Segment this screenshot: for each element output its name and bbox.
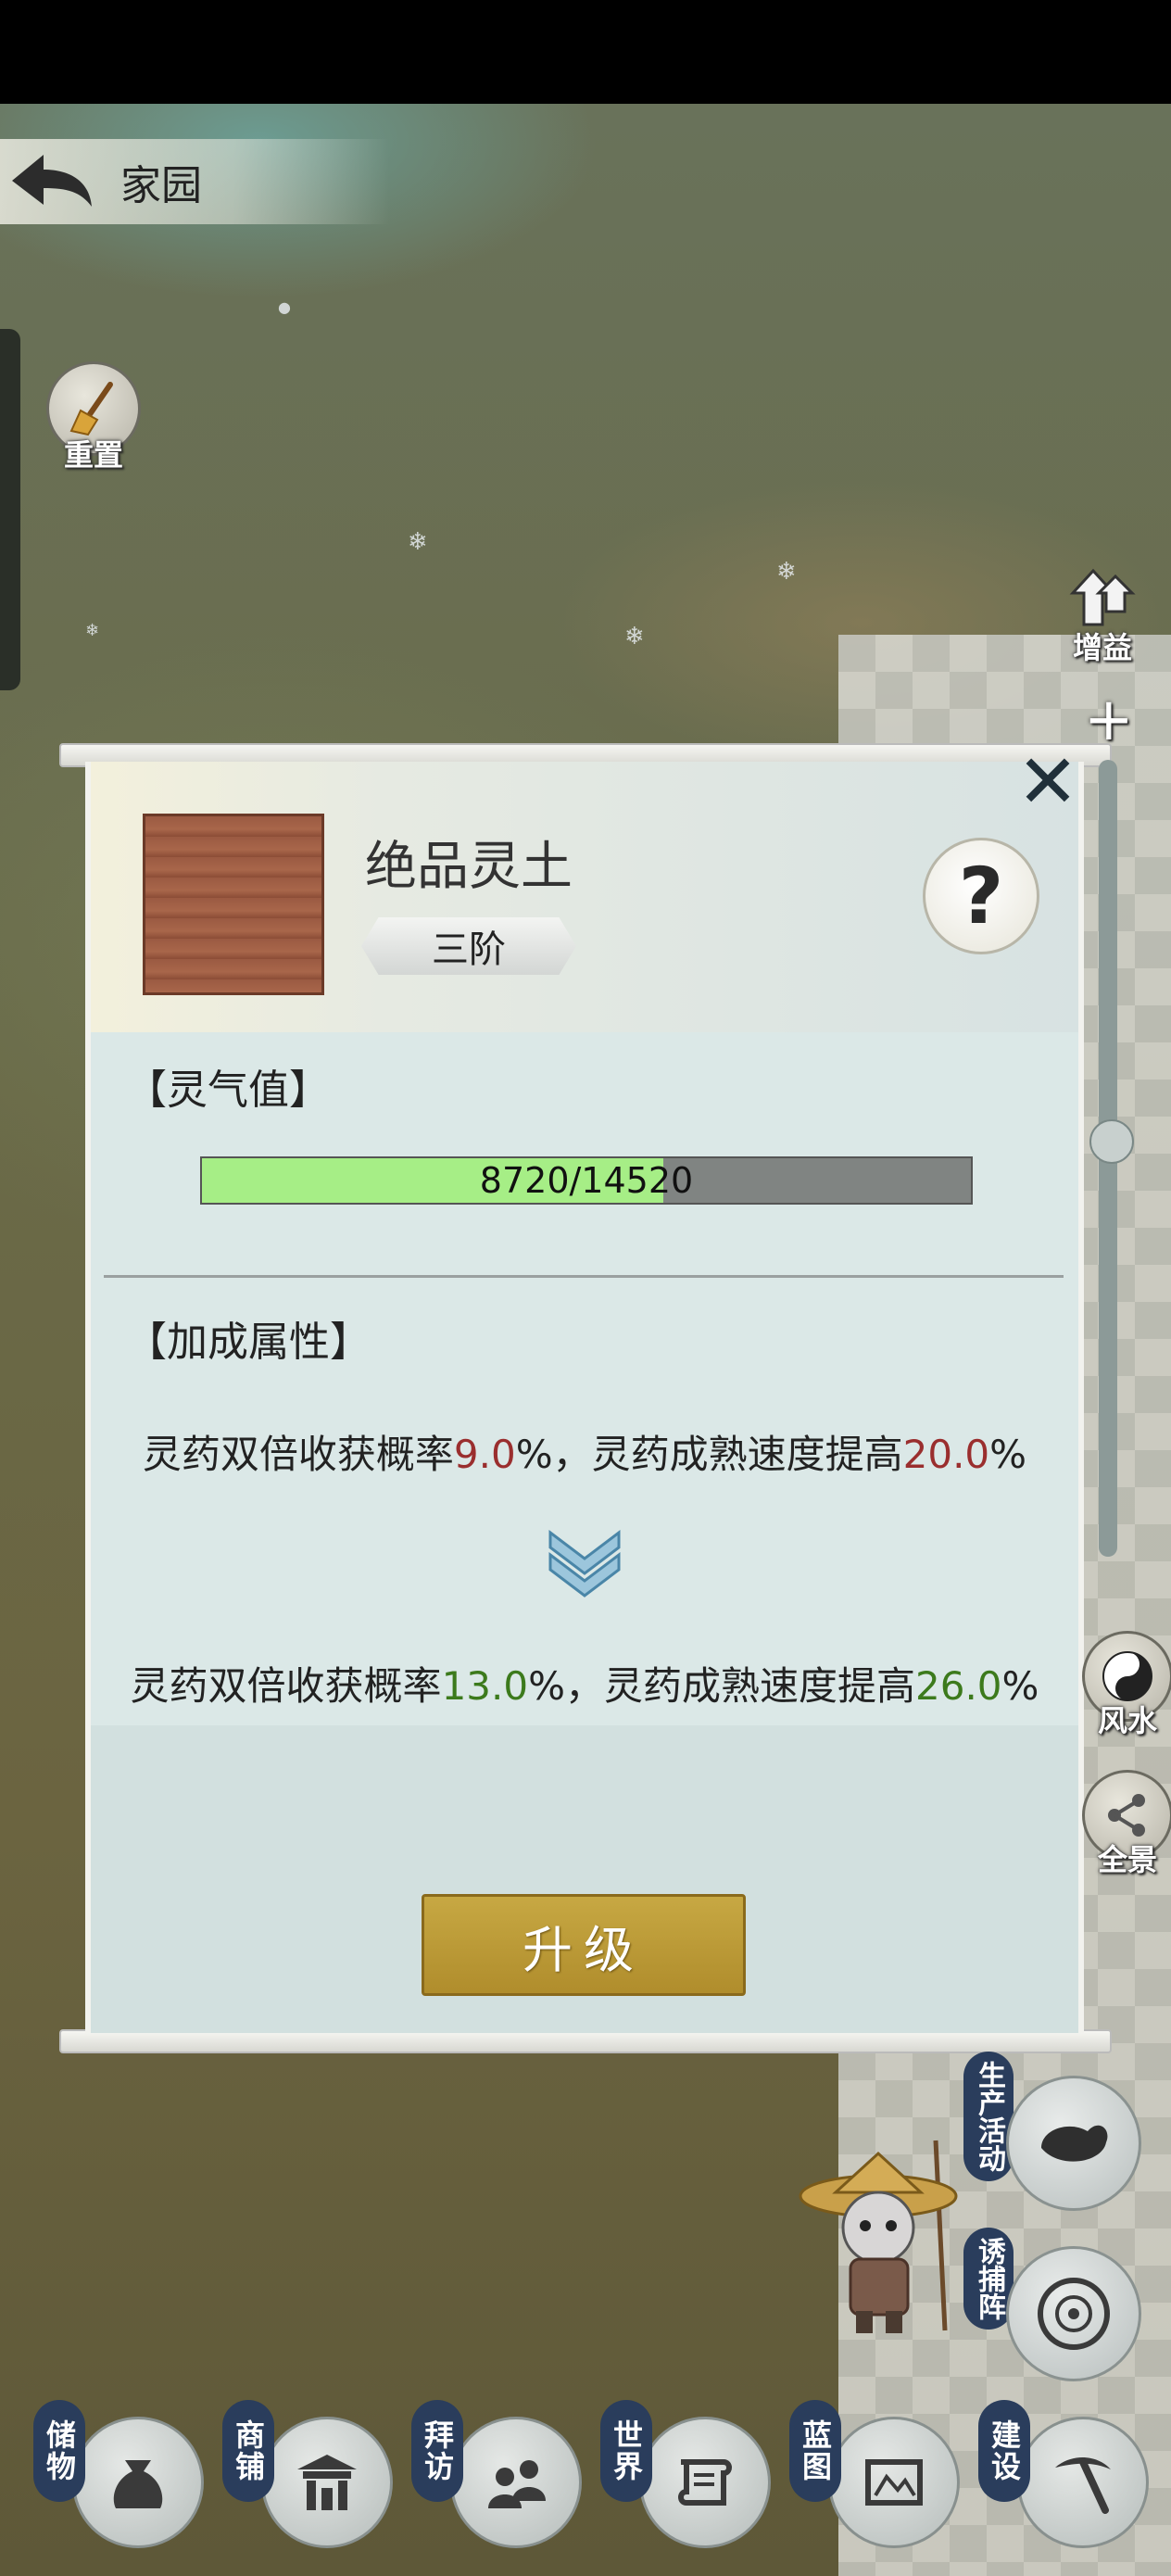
reset-button[interactable]: 重置 [46,361,141,474]
tier-label: 三阶 [432,928,506,971]
nav-visit[interactable]: 拜访 [411,2400,597,2557]
next-bonus-text: %，灵药成熟速度提高 [528,1663,915,1709]
nav-visit-label: 拜访 [420,2419,455,2482]
next-bonus-text: 灵药双倍收获概率 [130,1663,442,1709]
question-mark-icon: ? [958,851,1004,941]
broom-icon [69,382,113,436]
spirit-progress-text: 8720/14520 [479,1160,694,1201]
dialog-header: 绝品灵土 三阶 ? [91,762,1078,1032]
yin-yang-icon [1102,1651,1152,1701]
nav-shop-label: 商铺 [231,2419,266,2482]
production-activity-label: 生产活动 [973,2061,1005,2172]
snowflake-icon: ❄ [408,528,428,556]
panorama-button[interactable]: 全景 [1082,1770,1171,1879]
trap-label: 诱捕阵 [973,2237,1005,2320]
close-button[interactable]: ✕ [1014,739,1082,825]
nav-blueprint-label: 蓝图 [798,2419,833,2482]
nav-blueprint[interactable]: 蓝图 [789,2400,975,2557]
current-growth-speed-value: 20.0 [902,1432,990,1477]
back-arrow-icon [12,155,92,207]
nav-world-label: 世界 [609,2419,644,2482]
snowflake-icon: ● [278,298,291,316]
share-icon [1108,1794,1145,1837]
panorama-label: 全景 [1097,1842,1157,1877]
current-bonus-text: 灵药双倍收获概率 [142,1432,454,1477]
production-activity-button[interactable] [1006,2076,1141,2211]
upgrade-label: 升级 [523,1920,645,1979]
soil-upgrade-dialog: 绝品灵土 三阶 ? 【灵气值】 8720/14520 【加成属性】 灵药双倍收获… [85,762,1084,2033]
snowflake-icon: ❄ [624,623,645,650]
trap-button[interactable] [1006,2246,1141,2381]
top-bar: 家园 [0,139,389,224]
buff-button[interactable]: 增益 [1065,565,1140,667]
fengshui-button[interactable]: 风水 [1082,1631,1171,1740]
cat-character[interactable] [799,2122,965,2335]
pickaxe-icon [1055,2456,1111,2514]
bonus-section-title: 【加成属性】 [126,1319,371,1366]
bag-icon [113,2460,163,2508]
next-bonus-text: % [1001,1663,1039,1709]
reset-label: 重置 [63,437,123,473]
nav-build[interactable]: 建设 [978,2400,1164,2557]
compass-icon [1038,2278,1110,2350]
next-bonus-line: 灵药双倍收获概率13.0%，灵药成熟速度提高26.0% [91,1655,1078,1711]
production-icon [1041,2125,1108,2162]
current-double-harvest-value: 9.0 [453,1432,516,1477]
nav-storage-label: 储物 [42,2419,77,2482]
spirit-section-title: 【灵气值】 [126,1067,330,1114]
nav-world[interactable]: 世界 [600,2400,786,2557]
nav-build-label: 建设 [987,2419,1022,2482]
spirit-soil-icon [143,814,324,995]
current-bonus-text: %，灵药成熟速度提高 [515,1432,903,1477]
next-growth-speed-value: 26.0 [915,1663,1002,1709]
left-drawer-handle[interactable] [0,329,20,690]
divider [104,1275,1064,1278]
next-double-harvest-value: 13.0 [441,1663,529,1709]
buff-arrow-icon [1069,568,1136,626]
close-icon: ✕ [1016,738,1079,825]
tier-badge: 三阶 [361,917,576,975]
status-bar [0,0,1171,104]
current-bonus-text: % [989,1432,1027,1477]
item-name: 绝品灵土 [365,837,573,897]
scrollbar-thumb[interactable] [1089,1119,1134,1164]
double-chevron-down-icon [548,1529,621,1597]
nav-storage[interactable]: 储物 [33,2400,219,2557]
snowflake-icon: ❄ [776,558,797,586]
shop-icon [297,2455,357,2510]
spirit-progress-bar: 8720/14520 [200,1156,973,1205]
nav-shop[interactable]: 商铺 [222,2400,408,2557]
upgrade-button[interactable]: 升级 [422,1894,746,1996]
back-button[interactable] [0,139,102,224]
snowflake-icon: ❄ [85,621,100,640]
visit-icon [488,2460,546,2508]
fengshui-label: 风水 [1097,1703,1157,1738]
scroll-icon [678,2459,732,2506]
blueprint-icon [865,2459,923,2506]
page-title: 家园 [120,162,202,209]
buff-label: 增益 [1072,630,1132,665]
current-bonus-line: 灵药双倍收获概率9.0%，灵药成熟速度提高20.0% [91,1423,1078,1480]
production-activity-tag[interactable]: 生产活动 [963,2052,1014,2181]
help-button[interactable]: ? [923,838,1039,954]
